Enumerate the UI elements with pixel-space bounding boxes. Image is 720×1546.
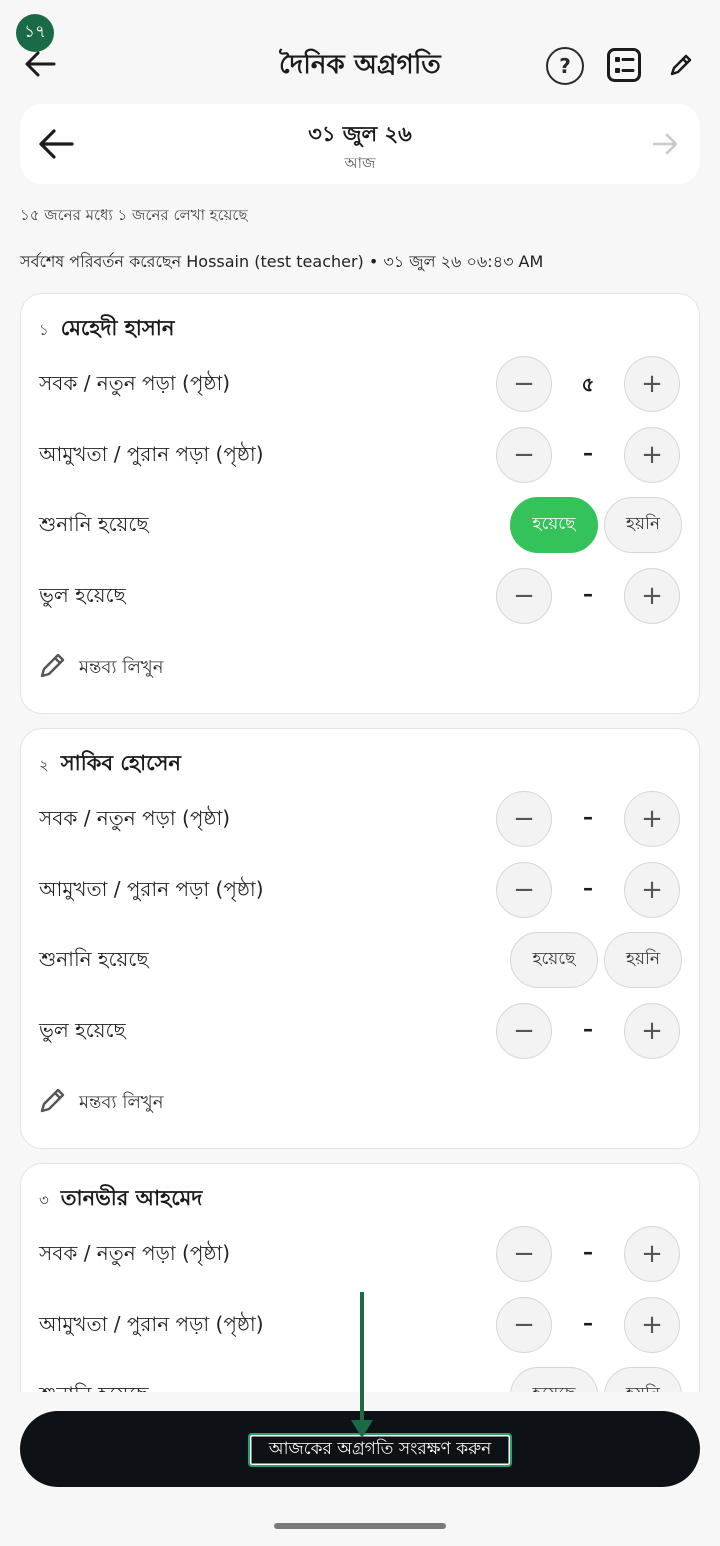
row-label: ভুল হয়েছে — [39, 583, 126, 607]
student-name-heading: ২ সাকিব হোসেন — [39, 747, 181, 782]
new-lesson-row: সবক / নতুন পড়া (পৃষ্ঠা) − – + — [21, 1224, 701, 1284]
student-name: সাকিব হোসেন — [60, 751, 181, 775]
student-name-heading: ৩ তানভীর আহমেদ — [39, 1182, 202, 1217]
student-name: তানভীর আহমেদ — [60, 1186, 203, 1210]
row-label: শুনানি হয়েছে — [39, 512, 149, 536]
recitation-done-button[interactable]: হয়েছে — [510, 932, 598, 988]
list-icon[interactable] — [606, 47, 642, 83]
current-date: ৩১ জুল ২৬ — [308, 122, 412, 146]
decrement-button[interactable]: − — [496, 568, 552, 624]
decrement-button[interactable]: − — [496, 1297, 552, 1353]
decrement-button[interactable]: − — [496, 356, 552, 412]
decrement-button[interactable]: − — [496, 1226, 552, 1282]
recitation-done-button[interactable]: হয়েছে — [510, 497, 598, 553]
recitation-row: শুনানি হয়েছে হয়েছে হয়নি — [21, 495, 701, 555]
row-value: – — [583, 582, 593, 606]
annotation-arrow-icon — [351, 1292, 373, 1438]
date-subtitle: আজ — [344, 154, 376, 172]
recitation-not-done-button[interactable]: হয়নি — [604, 1367, 682, 1392]
row-label: শুনানি হয়েছে — [39, 947, 149, 971]
written-count: ১৫ জনের মধ্যে ১ জনের লেখা হয়েছে — [20, 206, 248, 224]
help-icon[interactable]: ? — [546, 47, 584, 85]
increment-button[interactable]: + — [624, 1003, 680, 1059]
row-value: – — [583, 876, 593, 900]
new-lesson-row: সবক / নতুন পড়া (পৃষ্ঠা) − – + — [21, 789, 701, 849]
home-indicator[interactable] — [274, 1523, 446, 1529]
increment-button[interactable]: + — [624, 356, 680, 412]
row-label: আমুখতা / পুরান পড়া (পৃষ্ঠা) — [39, 442, 264, 466]
increment-button[interactable]: + — [624, 791, 680, 847]
recitation-done-button[interactable]: হয়েছে — [510, 1367, 598, 1392]
pencil-icon[interactable] — [666, 50, 696, 80]
step-badge: ১৭ — [16, 14, 54, 52]
student-name: মেহেদী হাসান — [60, 316, 175, 340]
revision-row: আমুখতা / পুরান পড়া (পৃষ্ঠা) − – + — [21, 425, 701, 485]
recitation-row: শুনানি হয়েছে হয়েছে হয়নি — [21, 930, 701, 990]
recitation-not-done-button[interactable]: হয়নি — [604, 932, 682, 988]
row-value: ৫ — [581, 372, 595, 396]
row-label: আমুখতা / পুরান পড়া (পৃষ্ঠা) — [39, 1312, 264, 1336]
pencil-icon — [37, 1084, 69, 1116]
app-header: দৈনিক অগ্রগতি ? — [0, 30, 720, 100]
decrement-button[interactable]: − — [496, 862, 552, 918]
decrement-button[interactable]: − — [496, 1003, 552, 1059]
increment-button[interactable]: + — [624, 1297, 680, 1353]
next-day-arrow-icon[interactable] — [650, 128, 682, 160]
recitation-not-done-button[interactable]: হয়নি — [604, 497, 682, 553]
row-label: সবক / নতুন পড়া (পৃষ্ঠা) — [39, 371, 231, 395]
save-button-label: আজকের অগ্রগতি সংরক্ষণ করুন — [248, 1433, 512, 1467]
comment-label: মন্তব্য লিখুন — [79, 657, 164, 678]
row-label: শুনানি হয়েছে — [39, 1380, 148, 1392]
row-value: – — [583, 1311, 593, 1335]
write-comment-button[interactable]: মন্তব্য লিখুন — [37, 1080, 257, 1120]
increment-button[interactable]: + — [624, 568, 680, 624]
student-index: ২ — [39, 756, 49, 774]
decrement-button[interactable]: − — [496, 791, 552, 847]
row-label: সবক / নতুন পড়া (পৃষ্ঠা) — [39, 1241, 231, 1265]
write-comment-button[interactable]: মন্তব্য লিখুন — [37, 645, 257, 685]
student-index: ৩ — [39, 1191, 49, 1209]
date-navigator: ৩১ জুল ২৬ আজ — [20, 104, 700, 184]
pencil-icon — [37, 649, 69, 681]
increment-button[interactable]: + — [624, 1226, 680, 1282]
row-value: – — [583, 441, 593, 465]
row-value: – — [583, 1017, 593, 1041]
row-label: আমুখতা / পুরান পড়া (পৃষ্ঠা) — [39, 877, 264, 901]
increment-button[interactable]: + — [624, 862, 680, 918]
student-name-heading: ১ মেহেদী হাসান — [39, 312, 174, 347]
student-index: ১ — [39, 321, 49, 339]
comment-label: মন্তব্য লিখুন — [79, 1092, 164, 1113]
row-label: ভুল হয়েছে — [39, 1018, 126, 1042]
student-card: ২ সাকিব হোসেন সবক / নতুন পড়া (পৃষ্ঠা) − … — [20, 728, 700, 1149]
last-modified: সর্বশেষ পরিবর্তন করেছেন Hossain (test te… — [20, 252, 544, 271]
decrement-button[interactable]: − — [496, 427, 552, 483]
student-list[interactable]: ১ মেহেদী হাসান সবক / নতুন পড়া (পৃষ্ঠা) −… — [0, 290, 720, 1392]
row-label: সবক / নতুন পড়া (পৃষ্ঠা) — [39, 806, 231, 830]
mistakes-row: ভুল হয়েছে − – + — [21, 566, 701, 626]
row-value: – — [583, 805, 593, 829]
mistakes-row: ভুল হয়েছে − – + — [21, 1001, 701, 1061]
new-lesson-row: সবক / নতুন পড়া (পৃষ্ঠা) − ৫ + — [21, 354, 701, 414]
increment-button[interactable]: + — [624, 427, 680, 483]
student-card: ১ মেহেদী হাসান সবক / নতুন পড়া (পৃষ্ঠা) −… — [20, 293, 700, 714]
row-value: – — [583, 1240, 593, 1264]
revision-row: আমুখতা / পুরান পড়া (পৃষ্ঠা) − – + — [21, 860, 701, 920]
